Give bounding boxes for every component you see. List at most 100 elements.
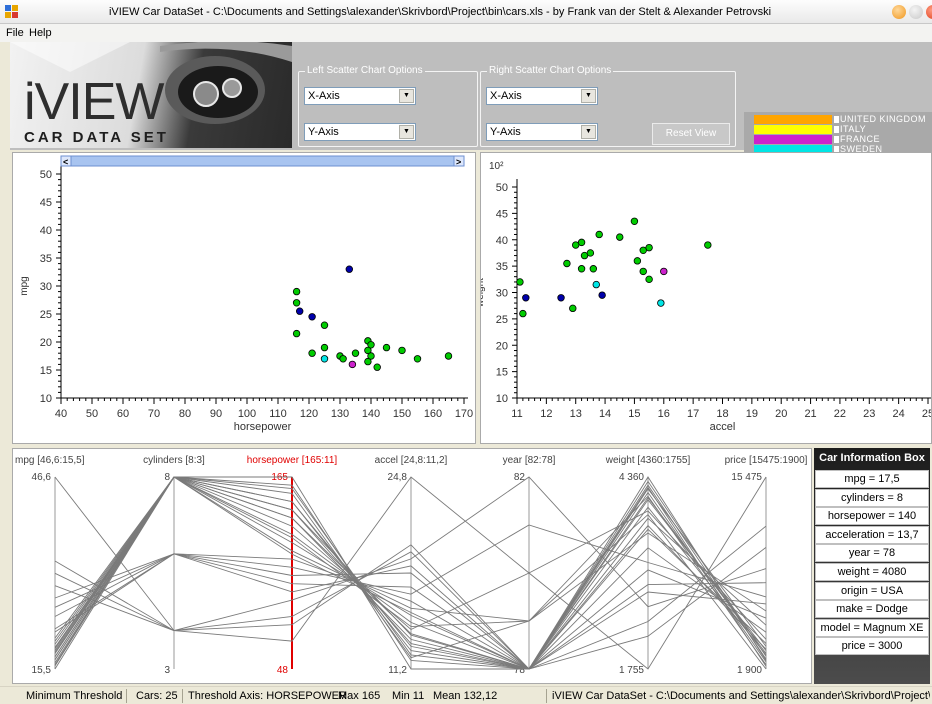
x-tick-label: 12 <box>540 408 552 420</box>
right-scatter-chart[interactable]: 11 12 13 14 15 16 17 18 19 20 21 22 23 24 25 10 15 20 25 30… <box>481 153 931 443</box>
data-point[interactable] <box>292 299 301 307</box>
data-point[interactable] <box>444 352 453 360</box>
y-tick-label: 30 <box>40 281 52 293</box>
chevron-down-icon: ▼ <box>399 125 414 139</box>
data-point[interactable] <box>660 267 668 276</box>
status-mean: Mean 132,12 <box>433 690 498 702</box>
data-point[interactable] <box>639 267 647 276</box>
axis-max-label: 24,8 <box>388 472 408 483</box>
parallel-coordinates-chart[interactable]: mpg [46,6:15,5] 46,6 15,5 cylinders [8:3] 8 3… <box>13 449 811 683</box>
left-x-axis-select[interactable]: X-Axis ▼ <box>304 87 416 105</box>
data-point[interactable] <box>633 257 642 265</box>
menu-file[interactable]: File <box>6 27 24 39</box>
data-point[interactable] <box>373 363 381 371</box>
data-point[interactable] <box>320 321 329 329</box>
data-point[interactable] <box>351 349 360 357</box>
menu-help[interactable]: Help <box>29 27 52 39</box>
data-point[interactable] <box>367 341 375 349</box>
axis-min-label: 15,5 <box>32 665 52 676</box>
status-mode: Minimum Threshold <box>26 690 123 702</box>
data-point[interactable] <box>345 265 353 273</box>
right-x-axis-select[interactable]: X-Axis ▼ <box>486 87 598 105</box>
data-point[interactable] <box>292 287 301 296</box>
minimize-button[interactable] <box>892 5 906 19</box>
y-axis-label: weight <box>481 278 486 308</box>
x-tick-label: 15 <box>628 408 640 420</box>
info-row: acceleration = 13,7 <box>815 525 929 544</box>
x-tick-label: 21 <box>804 408 816 420</box>
data-point[interactable] <box>320 355 329 363</box>
axis-max-label: 15 475 <box>731 472 762 483</box>
data-point[interactable] <box>704 241 712 249</box>
y-tick-label: 15 <box>40 365 52 377</box>
axis-min-label: 48 <box>277 665 289 676</box>
axis-min-label: 11,2 <box>388 665 407 676</box>
data-point[interactable] <box>339 355 347 363</box>
x-tick-label: 18 <box>716 408 728 420</box>
data-point[interactable] <box>516 278 524 286</box>
maximize-button[interactable] <box>909 5 923 19</box>
axis-max-label: 165 <box>271 472 288 483</box>
data-point[interactable] <box>569 304 577 313</box>
data-point[interactable] <box>308 349 316 357</box>
left-options-title: Left Scatter Chart Options <box>305 65 425 76</box>
data-point[interactable] <box>367 352 375 360</box>
data-point[interactable] <box>522 294 530 302</box>
x-axis-label: horsepower <box>234 421 292 433</box>
chevron-down-icon: ▼ <box>399 89 414 103</box>
axis-header: price [15475:1900] <box>725 455 808 466</box>
data-point[interactable] <box>382 343 391 352</box>
scroll-left-icon[interactable]: < <box>63 157 68 167</box>
reset-view-button[interactable]: Reset View <box>652 123 730 145</box>
data-point[interactable] <box>598 291 606 299</box>
y-tick-label: 20 <box>40 337 52 349</box>
x-tick-label: 25 <box>922 408 931 420</box>
y-tick-label: 20 <box>496 340 508 352</box>
data-point[interactable] <box>519 309 527 318</box>
data-point[interactable] <box>616 233 624 241</box>
close-button[interactable] <box>926 5 932 19</box>
data-point[interactable] <box>592 280 600 289</box>
app-icon <box>5 5 18 18</box>
x-tick-label: 170 <box>455 408 473 420</box>
right-y-axis-select[interactable]: Y-Axis ▼ <box>486 123 598 141</box>
x-tick-label: 22 <box>834 408 846 420</box>
left-scatter-chart[interactable]: 40 50 60 70 80 90 100 110 120 130 140 150 160 170 10 15… <box>13 153 475 443</box>
data-point[interactable] <box>595 230 603 239</box>
data-point[interactable] <box>348 360 357 369</box>
data-point[interactable] <box>645 275 653 284</box>
y-multiplier-label: 10² <box>489 161 504 172</box>
x-tick-label: 14 <box>599 408 611 420</box>
data-point[interactable] <box>296 307 304 315</box>
data-point[interactable] <box>557 294 565 302</box>
logo: iVIEW CAR DATA SET <box>10 42 292 148</box>
y-tick-label: 10 <box>40 393 52 405</box>
data-point[interactable] <box>589 265 598 273</box>
data-point[interactable] <box>563 259 571 268</box>
data-point[interactable] <box>630 217 639 225</box>
data-point[interactable] <box>413 355 422 363</box>
info-row: price = 3000 <box>815 637 929 656</box>
y-axis-label: mpg <box>19 276 30 295</box>
legend-label: UNITED KINGDOM <box>834 114 926 124</box>
chevron-down-icon: ▼ <box>581 89 596 103</box>
data-point[interactable] <box>645 243 653 252</box>
left-y-axis-select[interactable]: Y-Axis ▼ <box>304 123 416 141</box>
data-point[interactable] <box>398 346 406 355</box>
x-tick-label: 50 <box>86 408 98 420</box>
data-point[interactable] <box>577 265 586 273</box>
logo-subtitle: CAR DATA SET <box>24 129 169 146</box>
x-tick-label: 140 <box>362 408 380 420</box>
data-point[interactable] <box>586 249 595 257</box>
axis-min-label: 3 <box>164 665 170 676</box>
y-tick-label: 30 <box>496 288 508 300</box>
data-point[interactable] <box>577 238 586 247</box>
data-point[interactable] <box>320 343 329 352</box>
data-point[interactable] <box>657 299 665 307</box>
data-point[interactable] <box>292 329 301 338</box>
data-point[interactable] <box>308 313 316 321</box>
x-zoom-scrollbar[interactable] <box>60 155 465 167</box>
x-tick-label: 13 <box>570 408 582 420</box>
info-row: make = Dodge <box>815 600 929 619</box>
scroll-right-icon[interactable]: > <box>456 157 461 167</box>
